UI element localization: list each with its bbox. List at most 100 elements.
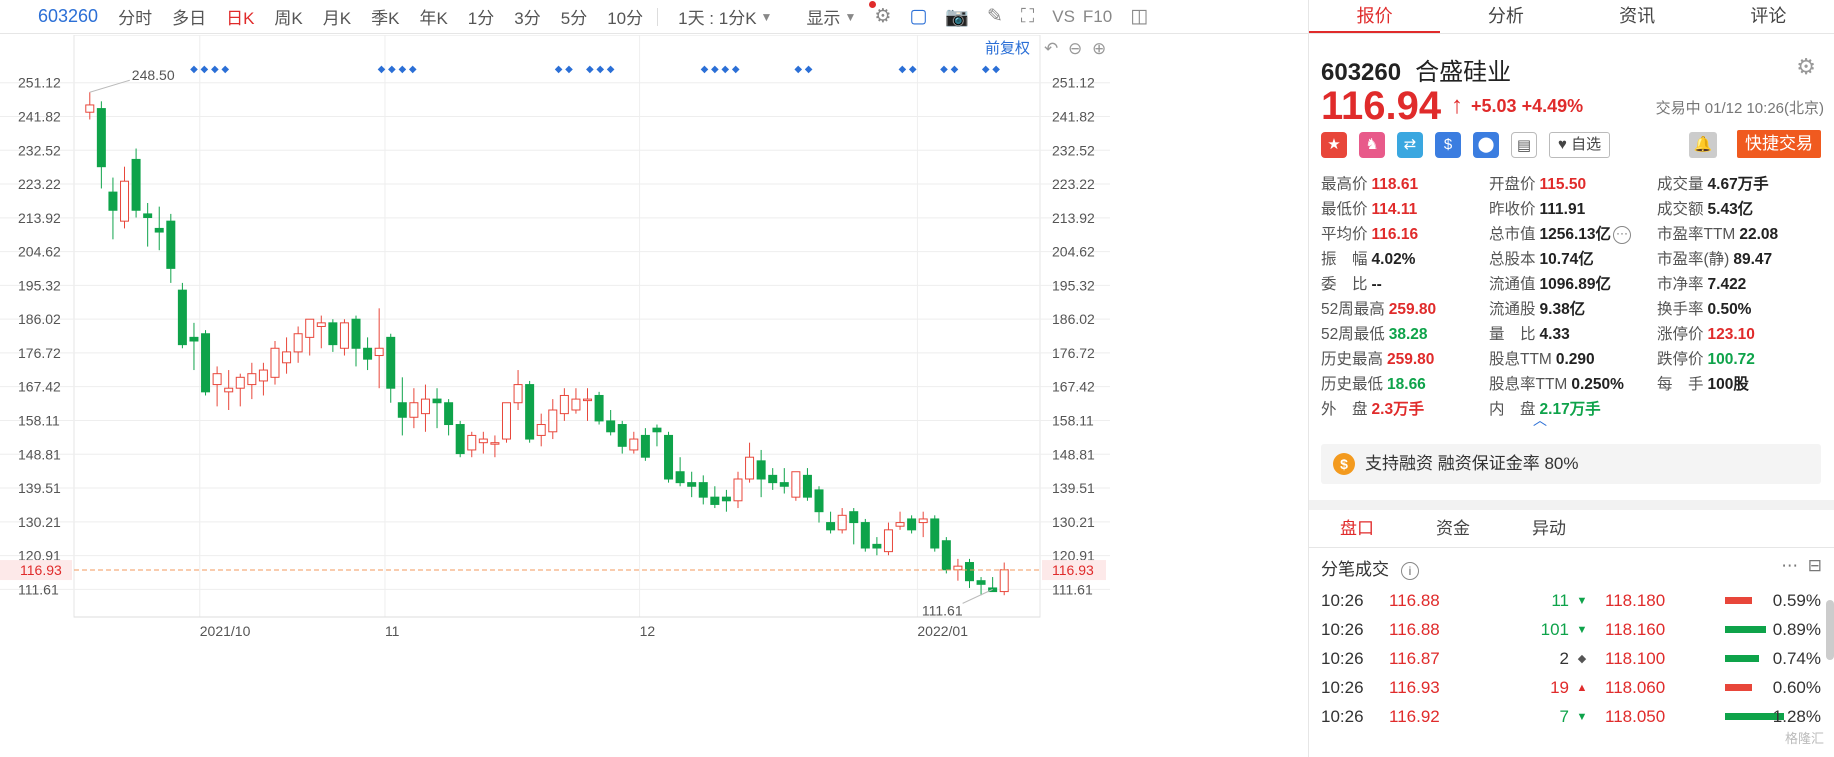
- zoom-out-icon[interactable]: ⊖: [1068, 39, 1082, 58]
- tab-analysis[interactable]: 分析: [1440, 0, 1571, 33]
- quote-cell: 总股本 10.74亿: [1489, 247, 1657, 272]
- undo-icon[interactable]: ↶: [1044, 39, 1058, 58]
- dollar-icon[interactable]: $: [1435, 132, 1461, 158]
- collapse-icon[interactable]: ⊟: [1808, 556, 1822, 575]
- tab-3min[interactable]: 3分: [514, 4, 540, 29]
- tab-10min[interactable]: 10分: [607, 4, 643, 29]
- square-select-icon[interactable]: ▢: [909, 5, 927, 28]
- event-marker[interactable]: ◆: [951, 64, 959, 75]
- event-marker[interactable]: ◆: [190, 64, 198, 75]
- gear-icon[interactable]: ⚙: [1796, 54, 1816, 80]
- runner-icon[interactable]: ♞: [1359, 132, 1385, 158]
- add-watchlist-button[interactable]: ♥ 自选: [1549, 132, 1611, 158]
- tab-fenshi[interactable]: 分时: [118, 4, 152, 29]
- quote-label: 成交额: [1657, 201, 1704, 218]
- quote-cell: 量 比 4.33: [1489, 322, 1657, 347]
- notes-icon[interactable]: ▤: [1511, 132, 1537, 158]
- chevron-down-icon[interactable]: ▼: [844, 10, 856, 24]
- scrollbar[interactable]: [1826, 600, 1834, 660]
- event-marker[interactable]: ◆: [701, 64, 709, 75]
- compare-button[interactable]: VS: [1052, 7, 1075, 27]
- tab-1min[interactable]: 1分: [468, 4, 494, 29]
- event-marker[interactable]: ◆: [711, 64, 719, 75]
- event-marker[interactable]: ◆: [221, 64, 229, 75]
- event-marker[interactable]: ◆: [732, 64, 740, 75]
- event-marker[interactable]: ◆: [596, 64, 604, 75]
- event-marker[interactable]: ◆: [982, 64, 990, 75]
- notification-dot: [869, 1, 876, 8]
- candle-body: [629, 438, 639, 451]
- tab-yidong[interactable]: 异动: [1501, 510, 1597, 547]
- tab-quote[interactable]: 报价: [1309, 0, 1441, 33]
- candle-body: [490, 442, 500, 445]
- y-tick-right: 204.62: [1052, 244, 1095, 260]
- y-tick-left: 186.02: [18, 311, 61, 327]
- tick-time: 10:26: [1321, 648, 1364, 668]
- event-marker[interactable]: ◆: [398, 64, 406, 75]
- chevron-up-icon[interactable]: ︿: [1533, 410, 1547, 430]
- tab-zhouk[interactable]: 周K: [274, 4, 302, 29]
- event-marker[interactable]: ◆: [201, 64, 209, 75]
- tab-zijin[interactable]: 资金: [1405, 510, 1501, 547]
- event-marker[interactable]: ◆: [899, 64, 907, 75]
- tab-news[interactable]: 资讯: [1572, 0, 1703, 33]
- event-marker[interactable]: ◆: [409, 64, 417, 75]
- chevron-down-icon[interactable]: ▼: [761, 10, 773, 24]
- china-flag-icon[interactable]: ★: [1321, 132, 1347, 158]
- quote-cell: [1657, 397, 1825, 422]
- event-marker[interactable]: ◆: [940, 64, 948, 75]
- margin-info[interactable]: $ 支持融资 融资保证金率 80%: [1321, 444, 1821, 484]
- event-marker[interactable]: ◆: [992, 64, 1000, 75]
- tab-pankou[interactable]: 盘口: [1309, 510, 1405, 547]
- event-marker[interactable]: ◆: [794, 64, 802, 75]
- event-marker[interactable]: ◆: [909, 64, 917, 75]
- candle-body: [328, 322, 338, 346]
- quote-value: 116.16: [1371, 226, 1419, 243]
- event-marker[interactable]: ◆: [378, 64, 386, 75]
- event-marker[interactable]: ◆: [586, 64, 594, 75]
- event-marker[interactable]: ◆: [555, 64, 563, 75]
- f10-button[interactable]: F10: [1083, 7, 1112, 27]
- candle-body: [212, 373, 222, 386]
- tab-comments[interactable]: 评论: [1703, 0, 1834, 33]
- display-select[interactable]: 显示: [806, 4, 840, 29]
- event-marker[interactable]: ◆: [211, 64, 219, 75]
- more-icon[interactable]: ···: [1613, 225, 1632, 244]
- tab-duori[interactable]: 多日: [172, 4, 206, 29]
- quick-trade-button[interactable]: 快捷交易: [1737, 130, 1821, 158]
- pencil-icon[interactable]: ✎: [987, 5, 1003, 28]
- tick-volume: 19: [1550, 677, 1569, 697]
- shuffle-icon[interactable]: ⇄: [1397, 132, 1423, 158]
- tab-jik[interactable]: 季K: [371, 4, 399, 29]
- zoom-in-icon[interactable]: ⊕: [1092, 39, 1106, 58]
- tag-icon[interactable]: ⬤: [1473, 132, 1499, 158]
- tab-rik[interactable]: 日K: [226, 4, 254, 29]
- tab-yuek[interactable]: 月K: [323, 4, 351, 29]
- bell-icon[interactable]: 🔔: [1689, 132, 1717, 158]
- quote-label: 股息率TTM: [1489, 376, 1568, 393]
- event-marker[interactable]: ◆: [388, 64, 396, 75]
- stock-code[interactable]: 603260: [38, 6, 98, 27]
- fullscreen-icon[interactable]: ⛶: [1021, 6, 1034, 28]
- period-select[interactable]: 1天 : 1分K: [678, 4, 756, 29]
- tab-5min[interactable]: 5分: [561, 4, 587, 29]
- fuquan-label[interactable]: 前复权: [985, 39, 1030, 57]
- kline-chart[interactable]: 251.12 251.12 241.82 241.82 232.52 232.52 223.…: [0, 35, 1308, 757]
- candle-body: [270, 347, 280, 378]
- event-marker[interactable]: ◆: [805, 64, 813, 75]
- y-tick-left: 176.72: [18, 345, 61, 361]
- more-icon[interactable]: ⋯: [1781, 556, 1798, 575]
- candle-body: [849, 511, 859, 524]
- info-icon[interactable]: i: [1401, 562, 1419, 580]
- tab-niank[interactable]: 年K: [419, 4, 447, 29]
- gear-icon[interactable]: ⚙: [874, 5, 891, 28]
- camera-icon[interactable]: 📷: [945, 5, 969, 29]
- quote-label: 股息TTM: [1489, 351, 1552, 368]
- quote-label: 最高价: [1321, 176, 1368, 193]
- event-marker[interactable]: ◆: [721, 64, 729, 75]
- price-change: +5.03 +4.49%: [1471, 96, 1583, 117]
- sidebar-toggle-icon[interactable]: ◫: [1130, 5, 1148, 28]
- event-marker[interactable]: ◆: [607, 64, 615, 75]
- quote-value: 100股: [1707, 376, 1749, 393]
- event-marker[interactable]: ◆: [565, 64, 573, 75]
